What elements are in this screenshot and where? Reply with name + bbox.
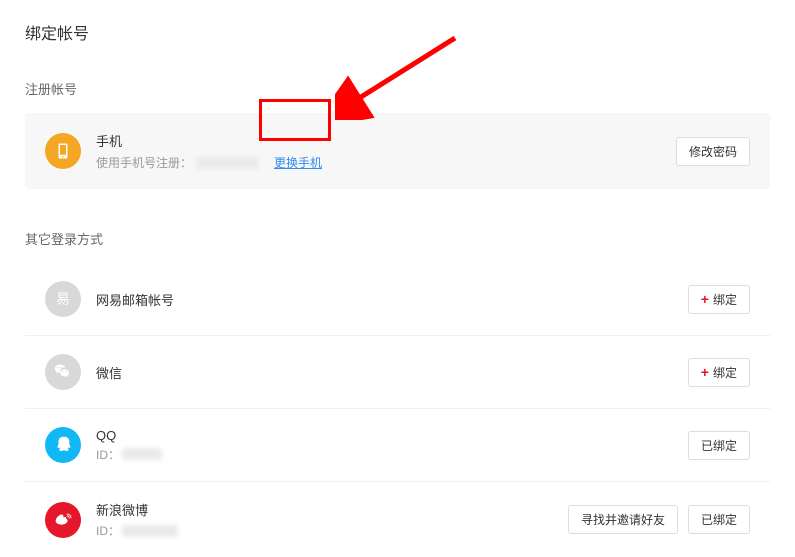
phone-sub-prefix: 使用手机号注册：	[96, 154, 192, 171]
plus-icon: +	[701, 292, 709, 306]
svg-text:易: 易	[56, 292, 70, 307]
bind-button[interactable]: +绑定	[688, 358, 750, 387]
login-sub-prefix: ID：	[96, 522, 120, 539]
other-login-list: 易 网易邮箱帐号 +绑定 微信 +绑定 QQ ID： 已绑定	[25, 263, 770, 557]
register-section-title: 注册帐号	[25, 79, 770, 98]
login-name: QQ	[96, 428, 688, 443]
list-item: 新浪微博 ID： 寻找并邀请好友 已绑定	[25, 482, 770, 557]
login-name: 新浪微博	[96, 500, 568, 519]
phone-number-redacted	[196, 157, 258, 169]
list-item: QQ ID： 已绑定	[25, 409, 770, 482]
phone-account-card: 手机 使用手机号注册： 更换手机 修改密码	[25, 113, 770, 189]
phone-icon	[45, 133, 81, 169]
login-name: 网易邮箱帐号	[96, 290, 688, 309]
qq-icon	[45, 427, 81, 463]
wechat-icon	[45, 354, 81, 390]
id-redacted	[122, 448, 162, 460]
change-password-button[interactable]: 修改密码	[676, 137, 750, 166]
bound-button[interactable]: 已绑定	[688, 505, 750, 534]
page-title: 绑定帐号	[25, 20, 770, 44]
login-sub-prefix: ID：	[96, 446, 120, 463]
change-phone-link[interactable]: 更换手机	[274, 154, 322, 171]
plus-icon: +	[701, 365, 709, 379]
list-item: 微信 +绑定	[25, 336, 770, 409]
bind-button[interactable]: +绑定	[688, 285, 750, 314]
login-name: 微信	[96, 363, 688, 382]
bound-button[interactable]: 已绑定	[688, 431, 750, 460]
id-redacted	[122, 525, 178, 537]
invite-friends-button[interactable]: 寻找并邀请好友	[568, 505, 678, 534]
list-item: 易 网易邮箱帐号 +绑定	[25, 263, 770, 336]
phone-account-name: 手机	[96, 131, 676, 150]
netease-icon: 易	[45, 281, 81, 317]
other-section-title: 其它登录方式	[25, 229, 770, 248]
weibo-icon	[45, 502, 81, 538]
